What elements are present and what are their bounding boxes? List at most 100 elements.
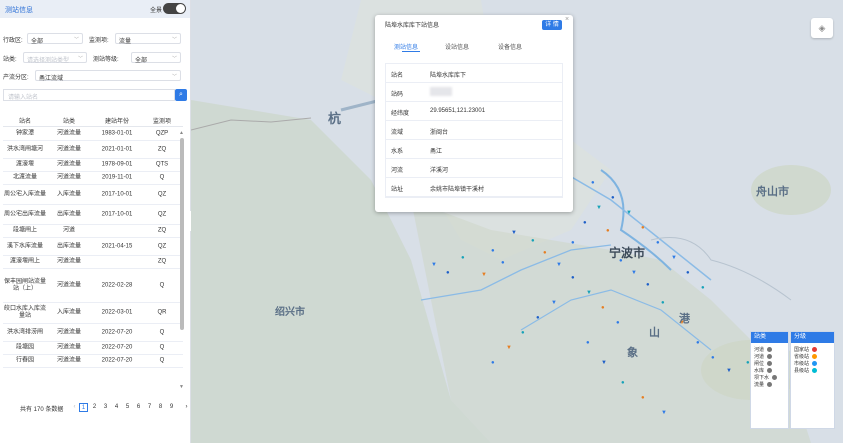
table-scrollbar[interactable] [180, 138, 184, 330]
tab-station-info[interactable]: 测站信息 [394, 42, 418, 51]
station-marker-icon[interactable]: ● [583, 220, 587, 226]
station-marker-icon[interactable]: ▼ [511, 230, 517, 236]
pager-page-button[interactable]: 9 [167, 403, 176, 412]
table-row[interactable]: 周公宅入库流量 入库流量 2017-10-01 QZ [3, 185, 183, 205]
table-row[interactable]: 渡濠堰 河道流量 1978-09-01 QTS [3, 159, 183, 172]
table-cell: QZ [157, 191, 167, 197]
station-marker-icon[interactable]: ▼ [506, 345, 512, 351]
station-marker-icon[interactable]: ● [686, 270, 690, 276]
table-cell: QTS [155, 161, 169, 168]
station-marker-icon[interactable]: ▼ [671, 255, 677, 261]
scroll-down-icon[interactable]: ▼ [179, 384, 184, 390]
station-marker-icon[interactable]: ▼ [601, 360, 607, 366]
station-marker-icon[interactable]: ● [661, 300, 665, 306]
station-marker-icon[interactable]: ● [446, 270, 450, 276]
station-marker-icon[interactable]: ▼ [431, 262, 437, 268]
pager-page-button[interactable]: 1 [79, 403, 88, 412]
monitor-select[interactable]: 流量 ﹀ [115, 33, 181, 45]
pager-page-button[interactable]: 3 [101, 403, 110, 412]
station-marker-icon[interactable]: ● [696, 340, 700, 346]
table-row[interactable]: 洪水湾排涝闸 河道流量 2022-07-20 Q [3, 324, 183, 342]
column-header[interactable]: 站类 [47, 116, 91, 125]
station-marker-icon[interactable]: ● [521, 330, 525, 336]
region-select[interactable]: 全部 ﹀ [27, 33, 83, 45]
city-shaoxing: 绍兴市 [275, 307, 305, 318]
station-marker-icon[interactable]: ▼ [586, 290, 592, 296]
station-marker-icon[interactable]: ● [536, 315, 540, 321]
station-marker-icon[interactable]: ● [606, 228, 610, 234]
table-row[interactable]: 钟家潭 河道流量 1983-01-01 QZP [3, 127, 183, 141]
station-marker-icon[interactable]: ● [601, 305, 605, 311]
station-marker-icon[interactable]: ▼ [551, 300, 557, 306]
table-row[interactable]: 渡濠堰闸上 河道流量 ZQ [3, 256, 183, 269]
flow-select[interactable]: 甬江流域 ﹀ [35, 70, 181, 82]
all-toggle[interactable] [163, 3, 186, 14]
pager-page-button[interactable]: 4 [112, 403, 121, 412]
tab-setup-info[interactable]: 设站信息 [445, 42, 469, 51]
table-row[interactable]: 段塘园 河道流量 2022-07-20 Q [3, 342, 183, 355]
close-icon[interactable]: × [565, 16, 569, 23]
station-marker-icon[interactable]: ● [656, 240, 660, 246]
level-color-icon [812, 368, 818, 374]
station-marker-icon[interactable]: ● [491, 360, 495, 366]
station-marker-icon[interactable]: ● [501, 260, 505, 266]
table-row[interactable]: 段塘闸上 河道 ZQ [3, 225, 183, 238]
detail-button[interactable]: 详 情 [542, 20, 562, 30]
pager-page-button[interactable]: 5 [123, 403, 132, 412]
pager-page-button[interactable]: 8 [156, 403, 165, 412]
station-marker-icon[interactable]: ▼ [596, 205, 602, 211]
table-row[interactable]: 皎口水库入库流量站 入库流量 2022-03-01 QR [3, 303, 183, 324]
station-marker-icon[interactable]: ▼ [481, 272, 487, 278]
pager-page-button[interactable]: 6 [134, 403, 143, 412]
station-marker-icon[interactable]: ▼ [626, 210, 632, 216]
table-row[interactable]: 溪下水库流量 出库流量 2021-04-15 QZ [3, 238, 183, 256]
tab-device-info[interactable]: 设备信息 [498, 42, 522, 51]
station-info-table: 站名 陆埠水库库下 站码 经纬度 29.95651,121.23001 流域 浙闽台 水系 甬江… [385, 63, 563, 198]
table-row[interactable]: 北渡流量 河道流量 2019-11-01 Q [3, 172, 183, 185]
station-marker-icon[interactable]: ● [641, 225, 645, 231]
table-cell: 入库流量 [56, 191, 81, 197]
station-marker-icon[interactable]: ▼ [661, 410, 667, 416]
station-marker-icon[interactable]: ● [591, 180, 595, 186]
station-marker-icon[interactable]: ● [621, 380, 625, 386]
station-marker-icon[interactable]: ● [701, 285, 705, 291]
table-row[interactable]: 保丰园闸站流量站（上） 河道流量 2022-02-28 Q [3, 269, 183, 303]
redacted-value [430, 87, 452, 96]
station-marker-icon[interactable]: ▼ [631, 270, 637, 276]
table-row[interactable]: 周公宅出库流量 出库流量 2017-10-01 QZ [3, 205, 183, 225]
column-header[interactable]: 建站年份 [91, 116, 143, 125]
pager-next-button[interactable]: › [182, 403, 191, 412]
station-marker-icon[interactable]: ● [646, 282, 650, 288]
pager-prev-button[interactable]: ‹ [70, 403, 79, 412]
station-marker-icon[interactable]: ● [461, 255, 465, 261]
label-shan: 山 [649, 327, 660, 339]
table-row[interactable]: 洪水湾闸塘河 河道流量 2021-01-01 ZQ [3, 141, 183, 159]
column-header[interactable]: 站名 [3, 116, 47, 125]
station-marker-icon[interactable]: ▼ [556, 262, 562, 268]
column-header[interactable]: 监测项 [143, 116, 181, 125]
layers-button[interactable]: ◈ [811, 18, 833, 38]
station-marker-icon[interactable]: ● [543, 250, 547, 256]
city-hangzhou: 杭 [328, 111, 342, 126]
level-color-icon [812, 354, 818, 360]
station-marker-icon[interactable]: ● [711, 355, 715, 361]
station-marker-icon[interactable]: ● [611, 195, 615, 201]
station-marker-icon[interactable]: ● [491, 248, 495, 254]
table-cell: 洪水湾排涝闸 [6, 329, 43, 335]
pager-page-button[interactable]: 7 [145, 403, 154, 412]
scroll-up-icon[interactable]: ▲ [179, 130, 184, 136]
station-marker-icon[interactable]: ▼ [726, 368, 732, 374]
type-select[interactable]: 请选择测站类型 ﹀ [23, 52, 87, 64]
search-button[interactable]: ⌕ [175, 89, 187, 101]
station-marker-icon[interactable]: ● [586, 340, 590, 346]
station-marker-icon[interactable]: ● [571, 275, 575, 281]
station-marker-icon[interactable]: ● [571, 240, 575, 246]
all-label: 全景 [150, 8, 163, 14]
station-search-input[interactable]: 请输入站名 [3, 89, 175, 101]
station-marker-icon[interactable]: ● [641, 395, 645, 401]
pager-page-button[interactable]: 2 [90, 403, 99, 412]
table-row[interactable]: 行春园 河道流量 2022-07-20 Q [3, 355, 183, 368]
station-marker-icon[interactable]: ● [531, 238, 535, 244]
level-select[interactable]: 全部 ﹀ [131, 52, 181, 64]
station-marker-icon[interactable]: ● [616, 320, 620, 326]
